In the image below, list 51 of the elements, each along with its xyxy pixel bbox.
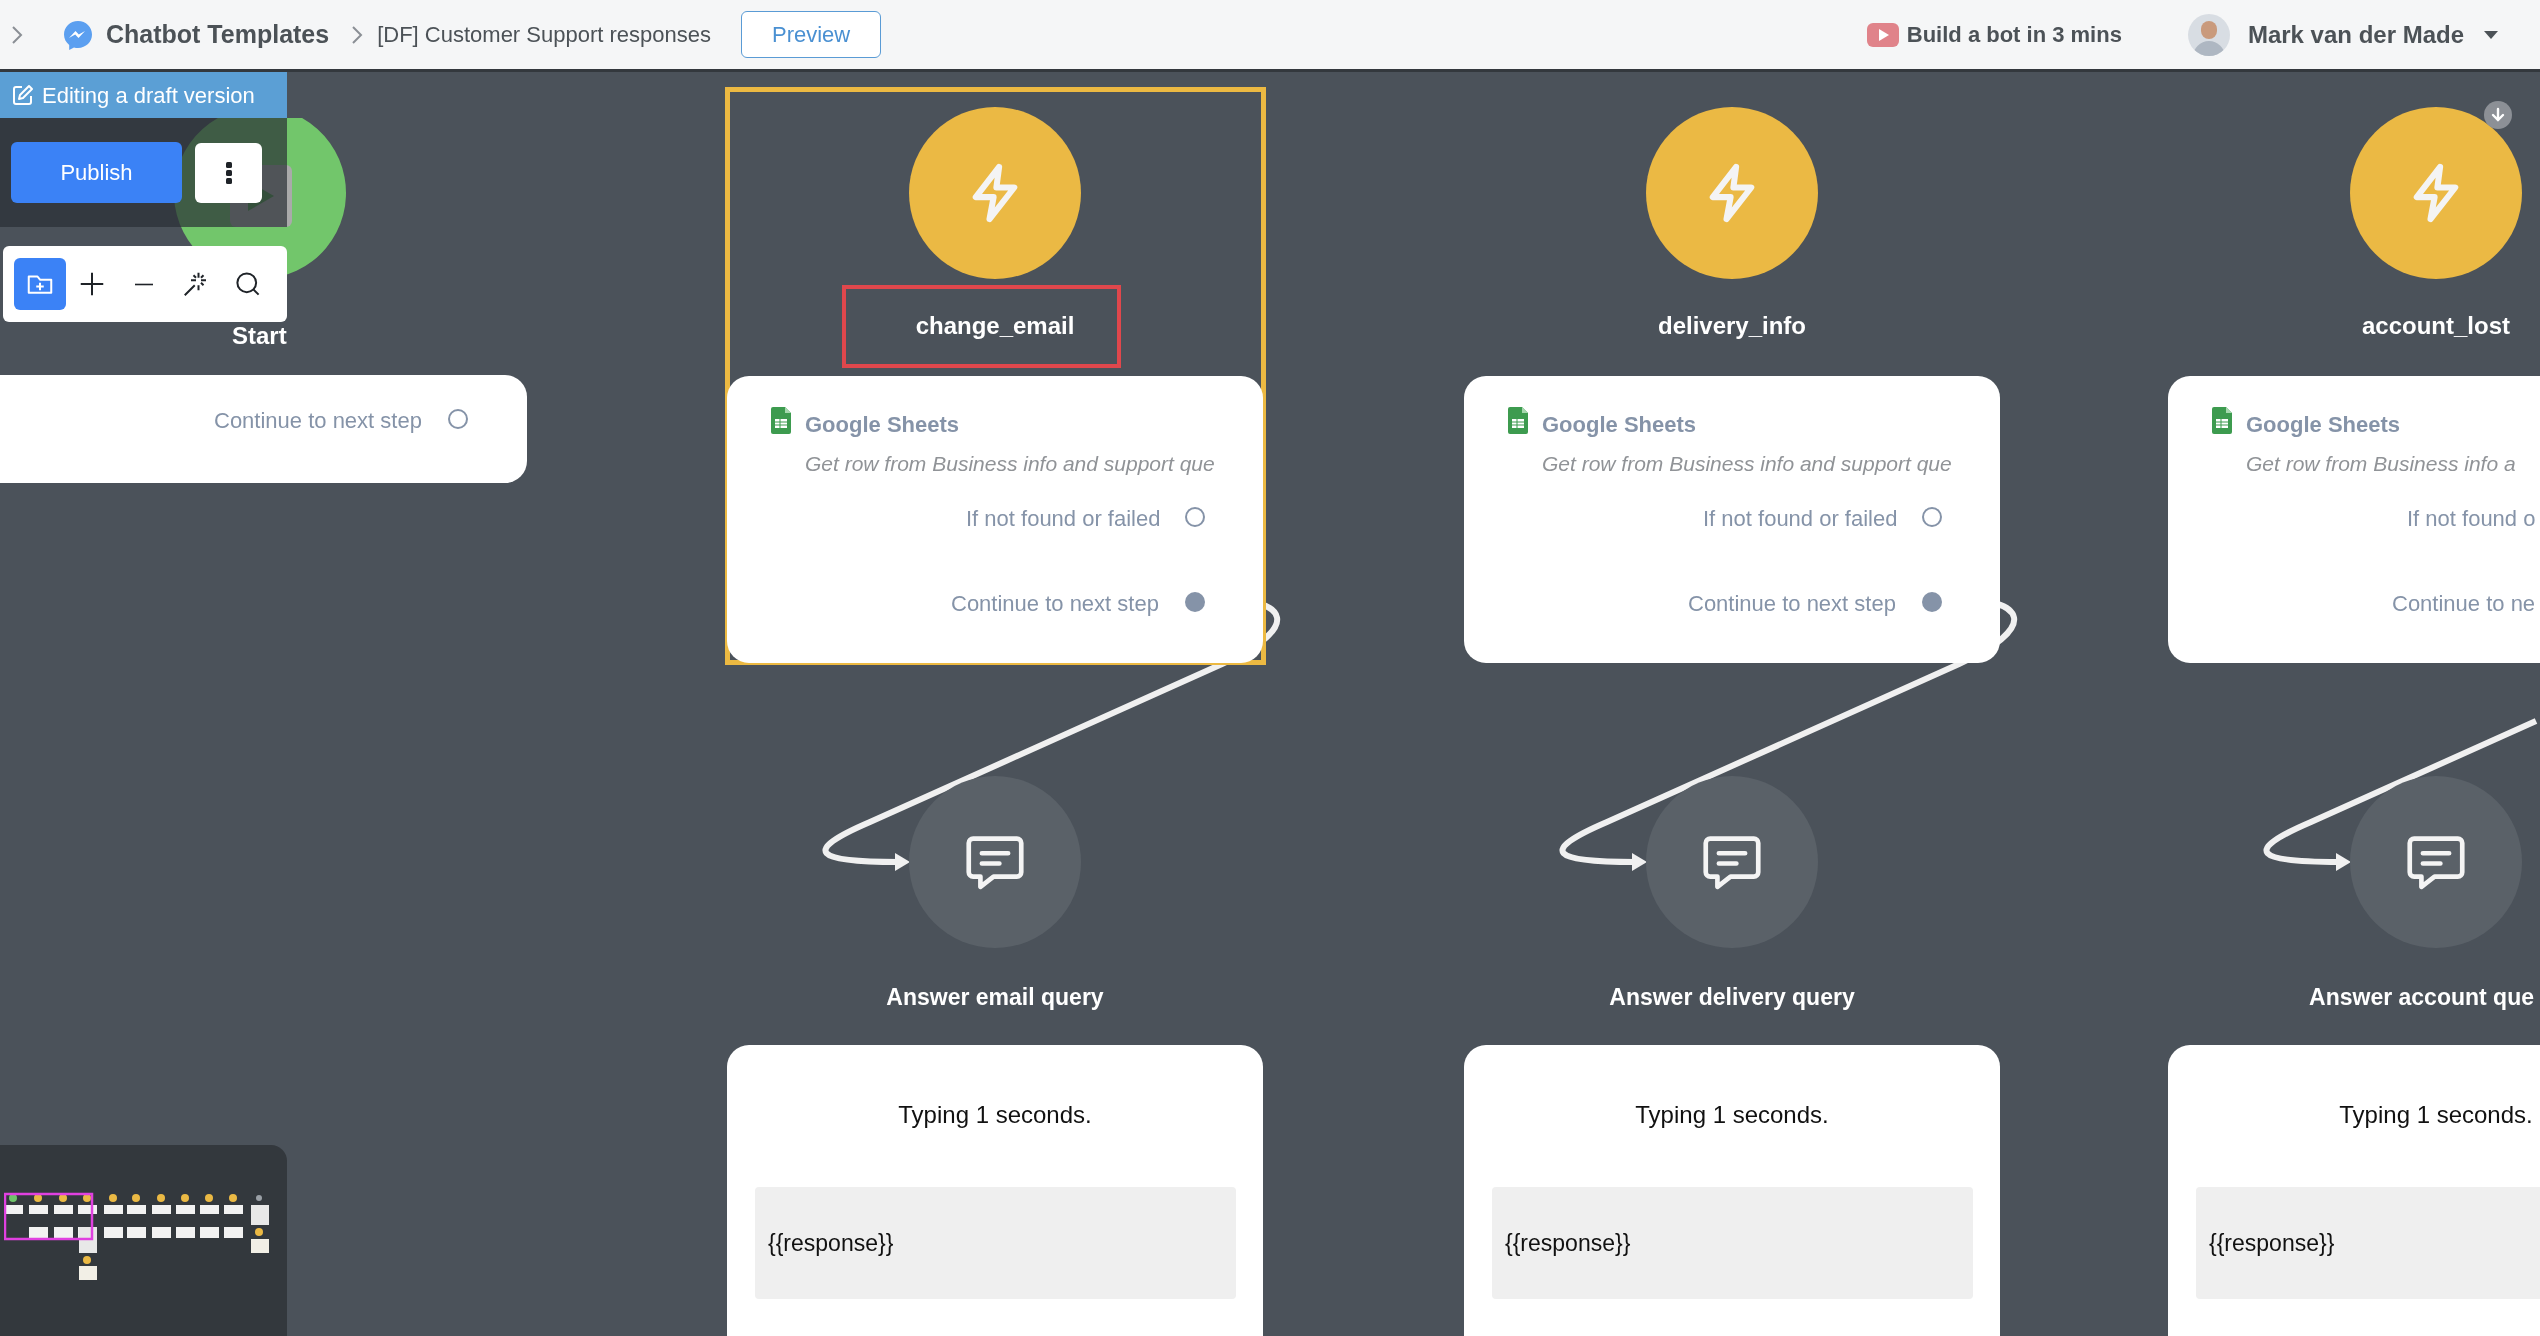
chevron-right-icon (351, 24, 364, 45)
node-title: Answer delivery query (1609, 983, 1855, 1012)
action-card[interactable] (727, 376, 1263, 663)
add-folder-tool[interactable] (14, 258, 66, 310)
user-name[interactable]: Mark van der Made (2247, 16, 2464, 53)
output-label: If not found o (2407, 505, 2536, 533)
output-label: If not found or failed (1703, 505, 1898, 533)
action-card[interactable] (1464, 376, 2000, 663)
typing-delay: Typing 1 seconds. (898, 1100, 1092, 1130)
kebab-icon (225, 162, 232, 184)
output-port[interactable] (448, 409, 468, 429)
draft-status: Editing a draft version (42, 81, 255, 110)
message-text: {{response}} (1505, 1228, 1631, 1258)
tutorial-link[interactable]: Build a bot in 3 mins (1906, 18, 2122, 51)
node-title: Answer email query (886, 983, 1104, 1012)
action-description: Get row from Business info and support que (805, 451, 1215, 477)
node-title: account_lost (2362, 311, 2510, 341)
node-title: change_email (915, 311, 1075, 341)
chevron-right-icon[interactable] (10, 23, 24, 46)
message-text: {{response}} (768, 1228, 894, 1258)
node-title: Start (232, 321, 287, 351)
typing-delay: Typing 1 seconds. (1635, 1100, 1829, 1130)
action-description: Get row from Business info a (2246, 451, 2516, 477)
download-icon[interactable] (2484, 101, 2512, 129)
output-label: Continue to next step (951, 590, 1159, 618)
breadcrumb-link[interactable]: Chatbot Templates (106, 15, 330, 54)
publish-button[interactable]: Publish (11, 142, 182, 203)
more-button[interactable] (195, 143, 262, 203)
output-label: Continue to ne (2392, 590, 2536, 618)
service-name: Google Sheets (2246, 411, 2401, 439)
service-name: Google Sheets (1542, 411, 1697, 439)
service-name: Google Sheets (805, 411, 960, 439)
action-description: Get row from Business info and support que (1542, 451, 1952, 477)
node-title: delivery_info (1657, 311, 1807, 341)
chat-bubble-icon (62, 18, 94, 51)
edit-icon (12, 84, 34, 106)
breadcrumb-current: [DF] Customer Support responses (377, 21, 711, 49)
spreadsheet-icon (1508, 407, 1528, 434)
typing-delay: Typing 1 seconds. (2339, 1100, 2533, 1130)
video-play-icon[interactable] (1866, 22, 1899, 47)
output-label: Continue to next step (1688, 590, 1896, 618)
spreadsheet-icon (771, 407, 791, 434)
node-title: Answer account que (2309, 983, 2534, 1012)
minimap[interactable] (0, 1145, 287, 1336)
message-text: {{response}} (2209, 1228, 2335, 1258)
spreadsheet-icon (2212, 407, 2232, 434)
caret-down-icon[interactable] (2484, 30, 2498, 39)
output-label: Continue to next step (214, 407, 422, 435)
minus-icon (132, 282, 156, 286)
output-label: If not found or failed (966, 505, 1161, 533)
user-avatar[interactable] (2187, 13, 2230, 56)
